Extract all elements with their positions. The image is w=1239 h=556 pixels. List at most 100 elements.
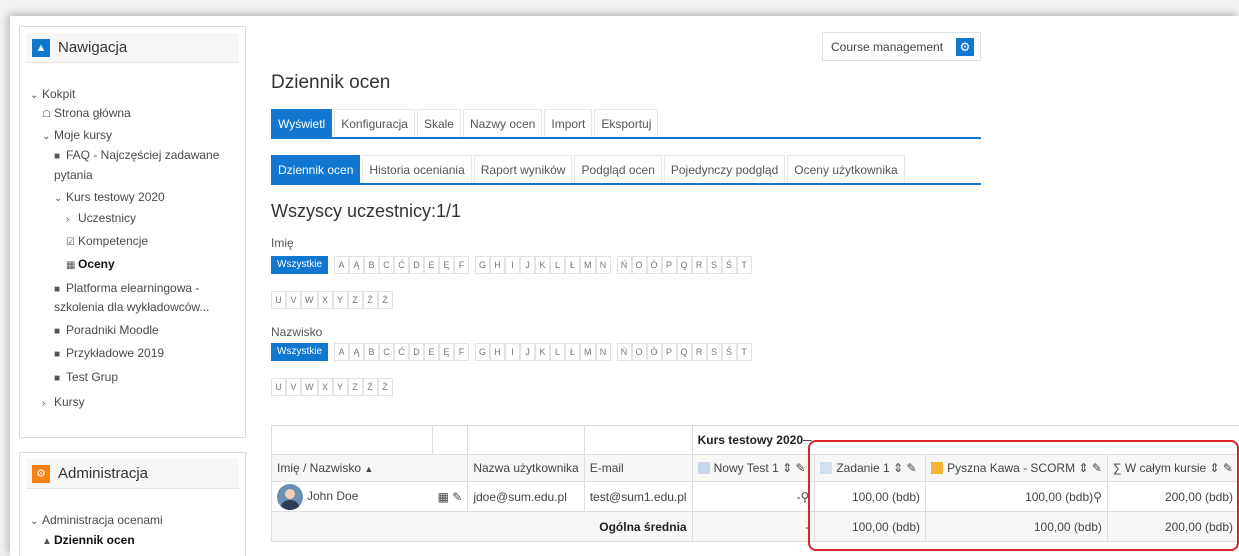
edit-icon[interactable]: ✎ bbox=[796, 461, 806, 475]
tab-letters[interactable]: Nazwy ocen bbox=[462, 109, 543, 137]
header-name[interactable]: Imię / Nazwisko ▲ bbox=[270, 454, 469, 482]
letter-filter[interactable]: D bbox=[409, 343, 424, 361]
letter-filter[interactable]: Y bbox=[332, 378, 348, 396]
letter-filter[interactable]: V bbox=[286, 378, 301, 396]
letter-filter[interactable]: X bbox=[317, 291, 333, 309]
letter-filter[interactable]: C bbox=[379, 256, 394, 274]
nav-item-participants[interactable]: › Uczestnicy bbox=[66, 209, 136, 229]
grade-item2[interactable]: 100,00 (bdb) bbox=[814, 481, 927, 512]
nav-item-faq[interactable]: ■ FAQ - Najczęściej zadawane bbox=[54, 146, 219, 166]
letter-filter[interactable]: W bbox=[301, 378, 318, 396]
letter-all[interactable]: Wszystkie bbox=[271, 256, 328, 274]
letter-filter[interactable]: Ć bbox=[394, 256, 409, 274]
letter-filter[interactable]: R bbox=[691, 256, 707, 274]
grade-item3[interactable]: 100,00 (bdb)⚲ bbox=[925, 481, 1108, 512]
letter-filter[interactable]: A bbox=[334, 343, 349, 361]
letter-filter[interactable]: Ć bbox=[394, 343, 409, 361]
letter-filter[interactable]: R bbox=[691, 343, 707, 361]
letter-filter[interactable]: Ź bbox=[362, 291, 378, 309]
letter-filter[interactable]: K bbox=[535, 256, 551, 274]
nav-item-faq-cont[interactable]: pytania bbox=[54, 166, 93, 185]
letter-filter[interactable]: F bbox=[454, 256, 469, 274]
grade-total[interactable]: 200,00 (bdb) bbox=[1106, 481, 1239, 512]
letter-filter[interactable]: P bbox=[661, 256, 677, 274]
edit-icon[interactable]: ✎ bbox=[906, 461, 916, 475]
edit-icon[interactable]: ✎ bbox=[1223, 461, 1233, 475]
header-email[interactable]: E-mail bbox=[583, 454, 693, 482]
grid-icon[interactable]: ▦ bbox=[438, 490, 449, 504]
letter-filter[interactable]: L bbox=[550, 256, 566, 274]
tab-import[interactable]: Import bbox=[544, 109, 593, 137]
letter-filter[interactable]: F bbox=[454, 343, 469, 361]
edit-icon[interactable]: ✎ bbox=[1092, 461, 1102, 475]
letter-filter[interactable]: Q bbox=[676, 256, 692, 274]
letter-filter[interactable]: C bbox=[379, 343, 394, 361]
letter-filter[interactable]: X bbox=[317, 378, 333, 396]
letter-filter[interactable]: Ó bbox=[646, 256, 662, 274]
administration-header[interactable]: ⚙ Administracja bbox=[26, 459, 239, 489]
zoom-in-icon[interactable]: ⚲ bbox=[1093, 490, 1102, 504]
sort-asc-icon[interactable]: ▲ bbox=[364, 464, 373, 474]
tab-view[interactable]: Wyświetl bbox=[271, 109, 333, 137]
letter-filter[interactable]: Ś bbox=[721, 343, 737, 361]
nav-item-competencies[interactable]: ☑ Kompetencje bbox=[66, 232, 148, 252]
letter-all[interactable]: Wszystkie bbox=[271, 343, 328, 361]
user-cell[interactable]: John Doe bbox=[270, 481, 433, 512]
letter-filter[interactable]: J bbox=[520, 256, 536, 274]
header-username[interactable]: Nazwa użytkownika bbox=[467, 454, 585, 482]
letter-filter[interactable]: J bbox=[520, 343, 536, 361]
letter-filter[interactable]: M bbox=[580, 256, 596, 274]
letter-filter[interactable]: M bbox=[580, 343, 596, 361]
nav-item-grade-admin[interactable]: ⌄ Administracja ocenami bbox=[30, 511, 163, 531]
nav-item-home[interactable]: ☖ Strona główna bbox=[42, 104, 131, 124]
tab-user-report[interactable]: Oceny użytkownika bbox=[787, 155, 905, 183]
nav-item-course-2020[interactable]: ⌄ Kurs testowy 2020 bbox=[54, 188, 165, 208]
letter-filter[interactable]: Ę bbox=[439, 343, 454, 361]
tab-scales[interactable]: Skale bbox=[416, 109, 461, 137]
letter-filter[interactable]: B bbox=[364, 343, 379, 361]
letter-filter[interactable]: Ź bbox=[362, 378, 378, 396]
tab-setup[interactable]: Konfiguracja bbox=[334, 109, 415, 137]
nav-item-my-courses[interactable]: ⌄ Moje kursy bbox=[42, 126, 112, 146]
collapse-icon[interactable]: ─ bbox=[803, 433, 812, 447]
letter-filter[interactable]: Z bbox=[347, 291, 363, 309]
letter-filter[interactable]: I bbox=[505, 343, 521, 361]
letter-filter[interactable]: U bbox=[271, 291, 286, 309]
letter-filter[interactable]: Ż bbox=[377, 378, 393, 396]
avatar[interactable] bbox=[277, 483, 303, 510]
zoom-in-icon[interactable]: ⚲ bbox=[801, 490, 810, 504]
letter-filter[interactable]: H bbox=[490, 256, 506, 274]
letter-filter[interactable]: O bbox=[631, 343, 647, 361]
letter-filter[interactable]: O bbox=[631, 256, 647, 274]
letter-filter[interactable]: H bbox=[490, 343, 506, 361]
nav-item-grades[interactable]: ▦ Oceny bbox=[66, 255, 115, 275]
letter-filter[interactable]: B bbox=[364, 256, 379, 274]
navigation-header[interactable]: ▲ Nawigacja bbox=[26, 33, 239, 63]
letter-filter[interactable]: Q bbox=[676, 343, 692, 361]
letter-filter[interactable]: Ą bbox=[349, 343, 364, 361]
letter-filter[interactable]: T bbox=[736, 256, 752, 274]
letter-filter[interactable]: I bbox=[505, 256, 521, 274]
letter-filter[interactable]: P bbox=[661, 343, 677, 361]
nav-item-test-group[interactable]: ■ Test Grup bbox=[54, 368, 118, 388]
letter-filter[interactable]: Ó bbox=[646, 343, 662, 361]
tab-outcomes-report[interactable]: Raport wyników bbox=[473, 155, 573, 183]
letter-filter[interactable]: Ń bbox=[616, 343, 632, 361]
letter-filter[interactable]: E bbox=[424, 256, 439, 274]
letter-filter[interactable]: L bbox=[550, 343, 566, 361]
grade-item1[interactable]: -⚲ bbox=[691, 481, 816, 512]
letter-filter[interactable]: V bbox=[286, 291, 301, 309]
letter-filter[interactable]: Ę bbox=[439, 256, 454, 274]
sort-icon[interactable]: ⇕ bbox=[782, 461, 792, 475]
letter-filter[interactable]: S bbox=[706, 256, 722, 274]
nav-item-platform[interactable]: ■ Platforma elearningowa - bbox=[54, 279, 199, 299]
letter-filter[interactable]: U bbox=[271, 378, 286, 396]
header-total[interactable]: ∑ W całym kursie ⇕ ✎ bbox=[1106, 454, 1239, 482]
letter-filter[interactable]: Ń bbox=[616, 256, 632, 274]
letter-filter[interactable]: Ś bbox=[721, 256, 737, 274]
letter-filter[interactable]: N bbox=[595, 256, 611, 274]
sort-icon[interactable]: ⇕ bbox=[893, 461, 903, 475]
letter-filter[interactable]: D bbox=[409, 256, 424, 274]
letter-filter[interactable]: G bbox=[475, 256, 491, 274]
nav-item-kokpit[interactable]: ⌄ Kokpit bbox=[30, 85, 75, 105]
